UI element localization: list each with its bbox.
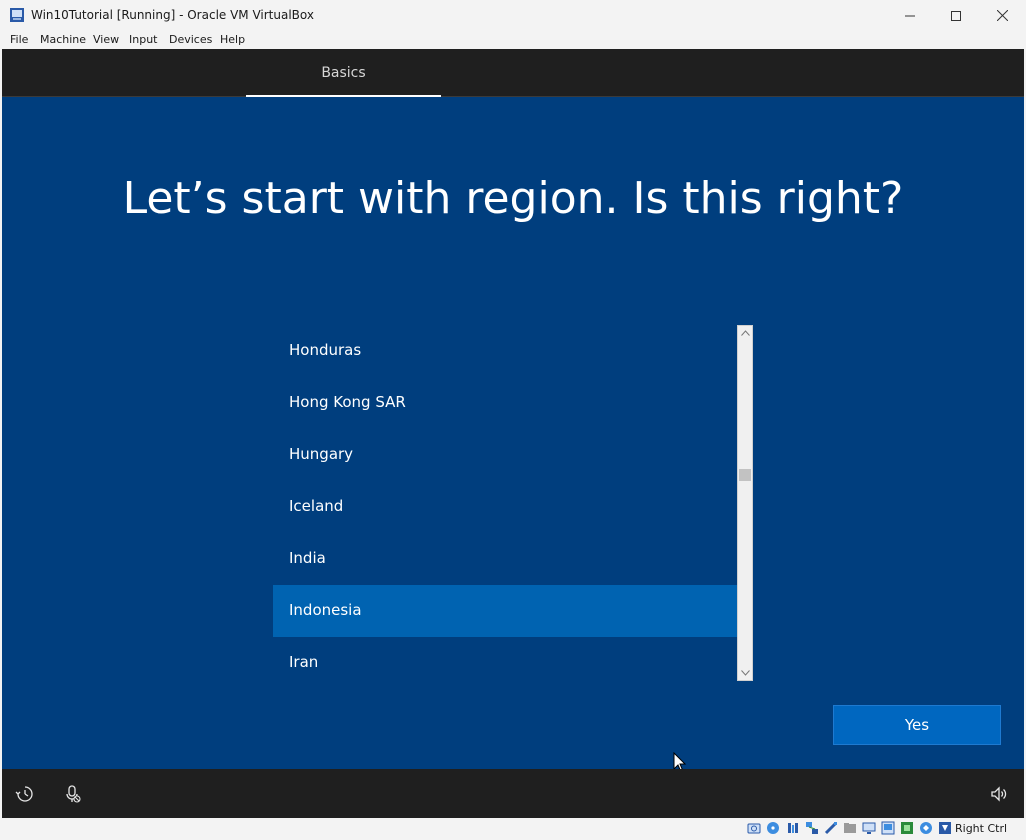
- region-list-scrollbar[interactable]: [737, 325, 753, 681]
- menu-machine[interactable]: Machine: [40, 33, 86, 46]
- list-item[interactable]: India: [273, 533, 737, 585]
- tab-basics[interactable]: Basics: [246, 49, 441, 97]
- ease-of-access-icon[interactable]: [15, 784, 35, 804]
- menu-file[interactable]: File: [10, 33, 28, 46]
- maximize-button[interactable]: [933, 0, 979, 31]
- menu-input[interactable]: Input: [129, 33, 157, 46]
- microphone-muted-icon[interactable]: [63, 784, 83, 804]
- status-bar: Right Ctrl: [0, 818, 1026, 840]
- vt-x-icon[interactable]: [900, 821, 914, 835]
- menu-bar: File Machine View Input Devices Help: [0, 31, 1026, 49]
- region-list[interactable]: Honduras Hong Kong SAR Hungary Iceland I…: [273, 325, 737, 681]
- scrollbar-thumb[interactable]: [739, 469, 751, 481]
- recording-icon[interactable]: [881, 821, 895, 835]
- list-item-label: Iran: [289, 653, 319, 671]
- list-item[interactable]: Iceland: [273, 481, 737, 533]
- list-item-label: Hong Kong SAR: [289, 393, 406, 411]
- list-item[interactable]: Honduras: [273, 325, 737, 377]
- close-button[interactable]: [979, 0, 1025, 31]
- virtualbox-icon: [10, 8, 24, 22]
- list-item[interactable]: Hungary: [273, 429, 737, 481]
- list-item-label: Hungary: [289, 445, 354, 463]
- list-item-label: Iceland: [289, 497, 344, 515]
- list-item-label: Indonesia: [289, 601, 362, 619]
- oobe-footer: [2, 769, 1024, 818]
- virtualbox-window: Win10Tutorial [Running] - Oracle VM Virt…: [0, 0, 1026, 840]
- usb-icon[interactable]: [824, 821, 838, 835]
- volume-icon[interactable]: [989, 784, 1009, 804]
- menu-view[interactable]: View: [93, 33, 119, 46]
- minimize-button[interactable]: [887, 0, 933, 31]
- mouse-integration-icon[interactable]: [938, 821, 952, 835]
- vm-display[interactable]: Basics Let’s start with region. Is this …: [2, 49, 1024, 818]
- optical-drive-icon[interactable]: [766, 821, 780, 835]
- chevron-down-icon: [740, 670, 750, 676]
- yes-button[interactable]: Yes: [833, 705, 1001, 745]
- title-bar: Win10Tutorial [Running] - Oracle VM Virt…: [0, 0, 1026, 31]
- scroll-down-button[interactable]: [738, 666, 752, 680]
- hard-disk-icon[interactable]: [747, 821, 761, 835]
- list-item[interactable]: Hong Kong SAR: [273, 377, 737, 429]
- display-icon[interactable]: [862, 821, 876, 835]
- list-item[interactable]: Iran: [273, 637, 737, 681]
- close-icon: [996, 10, 1008, 21]
- tab-basics-label: Basics: [321, 65, 366, 81]
- shared-folders-icon[interactable]: [843, 821, 857, 835]
- list-item-label: India: [289, 549, 326, 567]
- page-title: Let’s start with region. Is this right?: [122, 173, 904, 224]
- tab-active-indicator: [246, 95, 441, 97]
- chevron-up-icon: [740, 330, 750, 336]
- list-item-label: Honduras: [289, 341, 362, 359]
- host-key-label[interactable]: Right Ctrl: [955, 822, 1007, 835]
- audio-icon[interactable]: [786, 821, 800, 835]
- cpu-activity-icon[interactable]: [919, 821, 933, 835]
- window-title: Win10Tutorial [Running] - Oracle VM Virt…: [31, 8, 314, 22]
- network-icon[interactable]: [805, 821, 819, 835]
- oobe-header: Basics: [2, 49, 1024, 97]
- scroll-up-button[interactable]: [738, 326, 752, 340]
- list-item-selected[interactable]: Indonesia: [273, 585, 737, 637]
- minimize-icon: [905, 15, 915, 16]
- maximize-icon: [951, 10, 961, 21]
- menu-help[interactable]: Help: [220, 33, 245, 46]
- menu-devices[interactable]: Devices: [169, 33, 212, 46]
